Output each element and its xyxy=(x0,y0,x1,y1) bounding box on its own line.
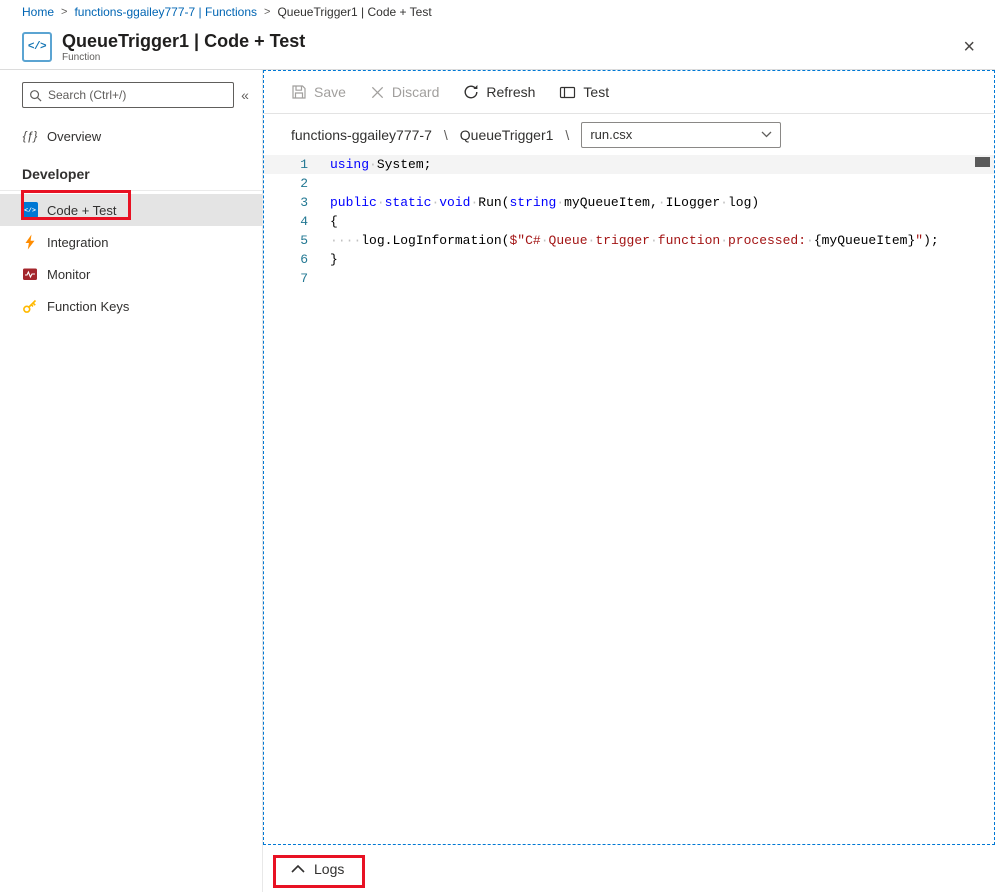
page-header: </> QueueTrigger1 | Code + Test Function… xyxy=(0,24,995,70)
code-text xyxy=(308,269,330,288)
code-line[interactable]: 3public·static·void·Run(string·myQueueIt… xyxy=(264,193,994,212)
editor-toolbar: Save Discard Refresh xyxy=(264,71,994,114)
function-icon: </> xyxy=(22,32,52,62)
refresh-button[interactable]: Refresh xyxy=(463,84,535,100)
line-number: 5 xyxy=(264,231,308,250)
code-text: { xyxy=(308,212,338,231)
sidebar-item-label: Integration xyxy=(47,235,108,250)
test-icon xyxy=(559,85,576,100)
sidebar-item-function-keys[interactable]: Function Keys xyxy=(0,290,262,322)
line-number: 3 xyxy=(264,193,308,212)
line-number: 7 xyxy=(264,269,308,288)
sidebar-item-overview[interactable]: {ƒ} Overview xyxy=(0,120,262,152)
save-icon xyxy=(291,84,307,100)
test-label: Test xyxy=(583,84,609,100)
main-column: Save Discard Refresh xyxy=(263,70,995,892)
breadcrumb-separator: > xyxy=(264,6,270,18)
sidebar-collapse-button[interactable]: « xyxy=(234,87,256,103)
save-button[interactable]: Save xyxy=(291,84,346,100)
sidebar: « {ƒ} Overview Developer </> Code + Test xyxy=(0,70,263,892)
page-subtitle: Function xyxy=(62,52,305,63)
save-label: Save xyxy=(314,84,346,100)
code-line[interactable]: 1using·System; xyxy=(264,155,994,174)
sidebar-item-code-test[interactable]: </> Code + Test xyxy=(0,194,262,226)
logs-label: Logs xyxy=(314,861,344,877)
code-line[interactable]: 4{ xyxy=(264,212,994,231)
refresh-label: Refresh xyxy=(486,84,535,100)
test-button[interactable]: Test xyxy=(559,84,609,100)
search-icon xyxy=(29,89,42,102)
search-row: « xyxy=(0,82,262,108)
code-test-icon: </> xyxy=(22,202,38,218)
close-button[interactable]: × xyxy=(957,37,981,57)
azure-portal-page: Home > functions-ggailey777-7 | Function… xyxy=(0,0,995,893)
code-text: } xyxy=(308,250,338,269)
line-number: 1 xyxy=(264,155,308,174)
line-number: 4 xyxy=(264,212,308,231)
sidebar-item-label: Function Keys xyxy=(47,299,129,314)
code-editor[interactable]: 1using·System;23public·static·void·Run(s… xyxy=(264,155,994,844)
search-input-box[interactable] xyxy=(22,82,234,108)
key-icon xyxy=(22,298,38,314)
file-select-value: run.csx xyxy=(590,127,632,142)
refresh-icon xyxy=(463,84,479,100)
sidebar-item-label: Code + Test xyxy=(47,203,117,218)
filebar-app: functions-ggailey777-7 xyxy=(291,127,432,143)
main-panel: Save Discard Refresh xyxy=(263,70,995,845)
chevron-down-icon xyxy=(761,131,772,138)
code-text: using·System; xyxy=(308,155,431,174)
chevron-up-icon xyxy=(291,865,305,873)
discard-label: Discard xyxy=(392,84,439,100)
sidebar-item-monitor[interactable]: Monitor xyxy=(0,258,262,290)
filebar-function: QueueTrigger1 xyxy=(460,127,554,143)
monitor-icon xyxy=(22,266,38,282)
overview-icon: {ƒ} xyxy=(22,128,38,144)
sidebar-section-developer: Developer xyxy=(0,152,262,191)
logs-row: Logs xyxy=(263,845,995,892)
code-line[interactable]: 2 xyxy=(264,174,994,193)
sidebar-item-label: Overview xyxy=(47,129,101,144)
breadcrumb: Home > functions-ggailey777-7 | Function… xyxy=(0,0,995,24)
breadcrumb-functions[interactable]: functions-ggailey777-7 | Functions xyxy=(74,5,257,19)
sidebar-item-label: Monitor xyxy=(47,267,90,282)
discard-button[interactable]: Discard xyxy=(370,84,439,100)
line-number: 2 xyxy=(264,174,308,193)
breadcrumb-current: QueueTrigger1 | Code + Test xyxy=(277,5,431,19)
lightning-icon xyxy=(22,234,38,250)
path-separator: \ xyxy=(565,127,569,143)
code-text: public·static·void·Run(string·myQueueIte… xyxy=(308,193,759,212)
logs-expand-button[interactable]: Logs xyxy=(291,861,344,877)
path-separator: \ xyxy=(444,127,448,143)
title-block: QueueTrigger1 | Code + Test Function xyxy=(62,31,305,63)
discard-icon xyxy=(370,85,385,100)
code-line[interactable]: 5····log.LogInformation($"C#·Queue·trigg… xyxy=(264,231,994,250)
file-path-bar: functions-ggailey777-7 \ QueueTrigger1 \… xyxy=(264,114,994,155)
editor-overview-marker xyxy=(975,157,990,167)
sidebar-menu: {ƒ} Overview Developer </> Code + Test xyxy=(0,120,262,322)
code-lines: 1using·System;23public·static·void·Run(s… xyxy=(264,155,994,288)
file-select-dropdown[interactable]: run.csx xyxy=(581,122,781,148)
code-line[interactable]: 7 xyxy=(264,269,994,288)
code-text xyxy=(308,174,330,193)
breadcrumb-home[interactable]: Home xyxy=(22,5,54,19)
page-title: QueueTrigger1 | Code + Test xyxy=(62,31,305,51)
code-line[interactable]: 6} xyxy=(264,250,994,269)
code-text: ····log.LogInformation($"C#·Queue·trigge… xyxy=(308,231,939,250)
search-input[interactable] xyxy=(48,88,227,102)
sidebar-item-integration[interactable]: Integration xyxy=(0,226,262,258)
line-number: 6 xyxy=(264,250,308,269)
content: « {ƒ} Overview Developer </> Code + Test xyxy=(0,70,995,892)
breadcrumb-separator: > xyxy=(61,6,67,18)
